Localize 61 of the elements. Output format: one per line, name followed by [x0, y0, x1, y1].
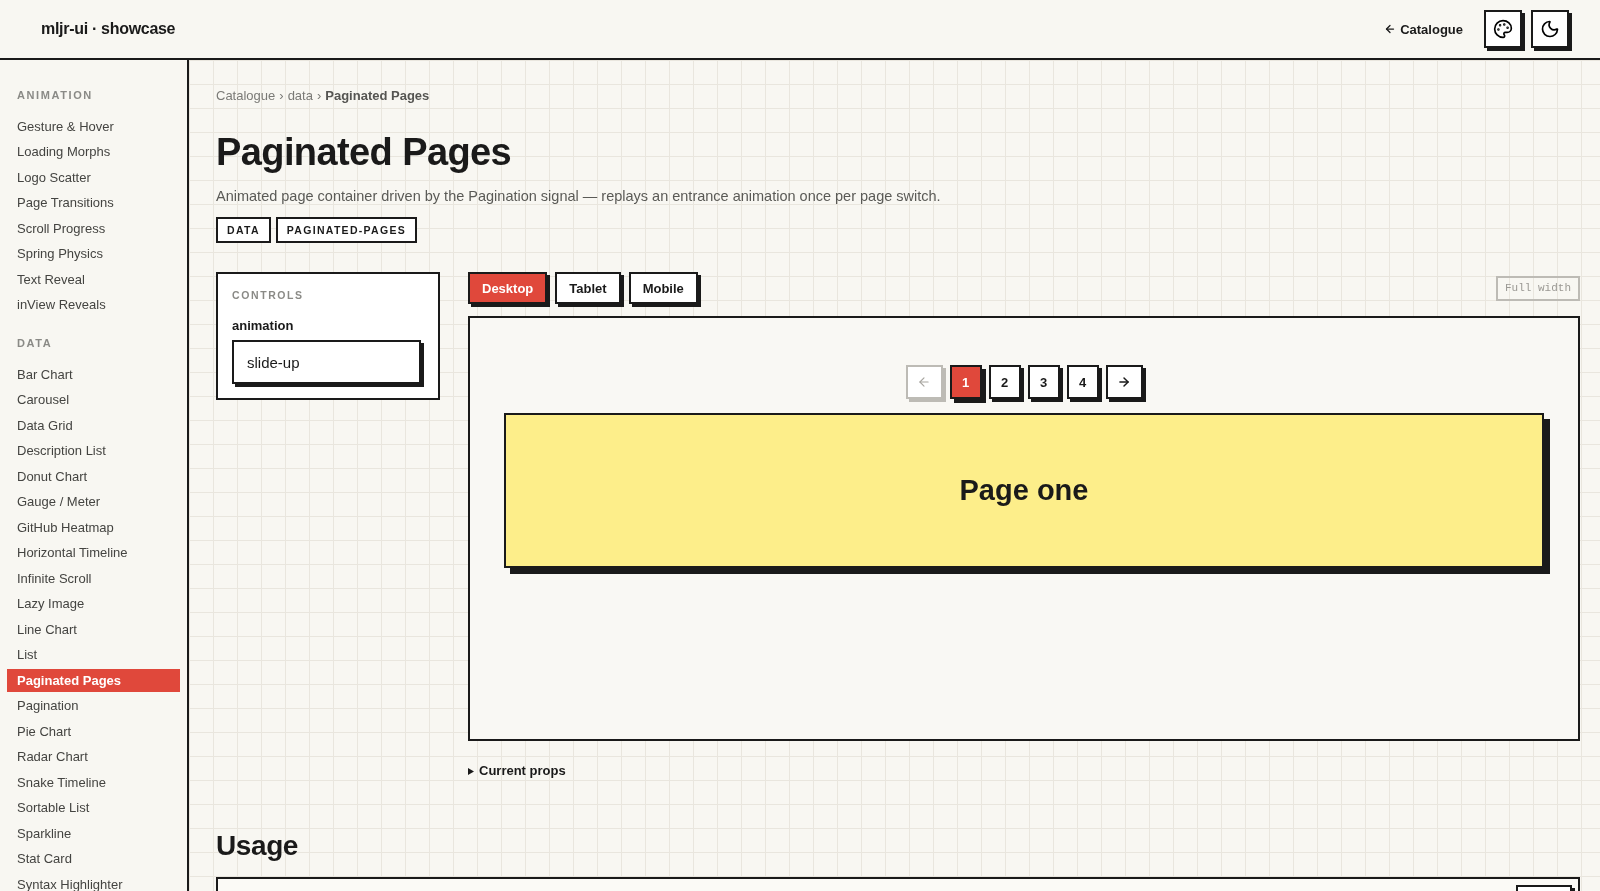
dark-mode-button[interactable]: [1531, 10, 1569, 48]
breadcrumb-separator: ›: [279, 88, 284, 104]
sidebar-item[interactable]: Stat Card: [7, 847, 180, 870]
section-heading: Usage: [216, 829, 300, 863]
sidebar-item[interactable]: Infinite Scroll: [7, 566, 180, 590]
arrow-left-icon: [917, 375, 931, 389]
breadcrumb-separator: ›: [316, 88, 322, 104]
sidebar-item[interactable]: Line Chart: [7, 617, 180, 641]
sidebar-item[interactable]: Horizontal Timeline: [7, 541, 180, 564]
next-page-button[interactable]: [1105, 365, 1143, 399]
sidebar-item[interactable]: Pie Chart: [7, 719, 180, 743]
page-title: Paginated Pages: [216, 130, 513, 175]
sidebar-item[interactable]: List: [7, 643, 180, 666]
catalogue-link[interactable]: Catalogue: [1384, 21, 1463, 37]
sidebar-item[interactable]: GitHub Heatmap: [7, 515, 180, 539]
palette-icon: [1493, 19, 1513, 39]
sidebar-item[interactable]: Bar Chart: [7, 362, 180, 386]
arrow-left-icon: [1384, 23, 1397, 35]
sidebar-item[interactable]: Snake Timeline: [7, 770, 180, 794]
sidebar-item[interactable]: Data Grid: [7, 413, 180, 437]
breadcrumb-link[interactable]: Catalogue: [216, 88, 276, 104]
sidebar-item[interactable]: Radar Chart: [7, 745, 180, 768]
sidebar-item[interactable]: Scroll Progress: [7, 216, 180, 240]
sidebar-item[interactable]: Lazy Image: [7, 592, 180, 615]
site-logo: mljr-ui · showcase: [41, 20, 176, 38]
sidebar-item[interactable]: Gesture & Hover: [7, 114, 180, 138]
sidebar-item[interactable]: Sortable List: [7, 796, 180, 819]
current-props-toggle[interactable]: Current props: [468, 763, 566, 779]
text-input[interactable]: slide-up: [232, 340, 421, 384]
sidebar-item[interactable]: inView Reveals: [7, 293, 180, 316]
page-number-button[interactable]: 2: [988, 365, 1021, 399]
sidebar-section-title: ANIMATION: [16, 88, 94, 103]
sidebar-item[interactable]: Description List: [7, 439, 180, 462]
sidebar-item[interactable]: Paginated Pages: [7, 668, 180, 692]
sidebar-item[interactable]: Gauge / Meter: [7, 490, 180, 513]
breadcrumb-current: Paginated Pages: [325, 88, 430, 104]
viewport-tab[interactable]: Desktop: [468, 272, 548, 304]
sidebar-section-title: DATA: [16, 336, 54, 351]
sidebar-item[interactable]: Spring Physics: [7, 242, 180, 265]
page-description: Animated page container driven by the Pagination signal — replays an entrance animation once per page switch.: [216, 187, 942, 206]
sidebar-item[interactable]: Page Transitions: [7, 191, 180, 214]
page-card-text: Page one: [959, 474, 1089, 507]
viewport-tab[interactable]: Mobile: [628, 272, 698, 304]
moon-icon: [1540, 19, 1560, 39]
field-label: animation: [232, 318, 295, 334]
sidebar-item[interactable]: Carousel: [7, 388, 180, 411]
sidebar-item[interactable]: Text Reveal: [7, 267, 180, 291]
sidebar-item[interactable]: Donut Chart: [7, 464, 180, 488]
controls-title: CONTROLS: [232, 288, 305, 302]
viewport-tab[interactable]: Tablet: [555, 272, 621, 304]
tag: DATA: [216, 217, 271, 243]
sidebar-item[interactable]: Sparkline: [7, 821, 180, 845]
breadcrumb-link[interactable]: data: [287, 88, 313, 104]
sidebar-item[interactable]: Loading Morphs: [7, 140, 180, 163]
tag: PAGINATED-PAGES: [275, 217, 418, 243]
sidebar-item[interactable]: Logo Scatter: [7, 165, 180, 189]
page-number-button[interactable]: 4: [1066, 365, 1099, 399]
theme-palette-button[interactable]: [1484, 10, 1522, 48]
sidebar-item[interactable]: Pagination: [7, 694, 180, 717]
sidebar-item[interactable]: Syntax Highlighter: [7, 872, 180, 891]
page-number-button[interactable]: 3: [1027, 365, 1060, 399]
